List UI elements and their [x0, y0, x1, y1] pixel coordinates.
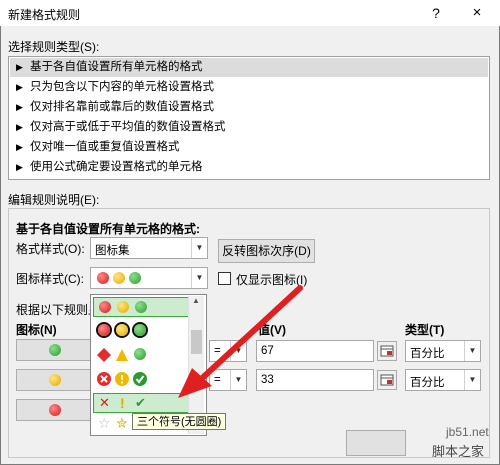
- reverse-icon-order-button[interactable]: 反转图标次序(D): [218, 239, 315, 263]
- yellow-circle-icon: [113, 272, 125, 284]
- rule-type-item-label: 只为包含以下内容的单元格设置格式: [30, 81, 214, 93]
- rule-type-item-label: 仅对高于或低于平均值的数值设置格式: [30, 121, 226, 133]
- check-circle-icon: [133, 372, 147, 386]
- exclamation-icon: !: [120, 395, 125, 411]
- icon-row-3-button[interactable]: [16, 399, 92, 421]
- rule-type-list[interactable]: ▶ 基于各自值设置所有单元格的格式 ▶ 只为包含以下内容的单元格设置格式 ▶ 仅对排名…: [8, 56, 490, 180]
- icon-set-tooltip: 三个符号(无圆圈): [132, 413, 227, 430]
- play-arrow-icon: ▶: [16, 82, 23, 92]
- icon-style-label: 图标样式(C):: [16, 272, 84, 286]
- rule-type-label: 选择规则类型(S):: [8, 40, 100, 54]
- rule-type-item-each-value[interactable]: ▶ 基于各自值设置所有单元格的格式: [10, 58, 488, 77]
- play-arrow-icon: ▶: [16, 162, 23, 172]
- type-select-1[interactable]: 百分比 ▼: [405, 340, 481, 362]
- play-arrow-icon: ▶: [16, 122, 23, 132]
- rule-display-label: 根据以下规则显: [16, 303, 101, 317]
- rule-type-item-label: 基于各自值设置所有单元格的格式: [30, 61, 203, 73]
- annotation-arrow: [178, 285, 303, 398]
- icon-column-header: 图标(N): [16, 323, 57, 337]
- rule-type-item-label: 仅对排名靠前或靠后的数值设置格式: [30, 101, 214, 113]
- format-style-value: 图标集: [95, 245, 130, 257]
- exclamation-circle-icon: [115, 372, 129, 386]
- format-style-select[interactable]: 图标集 ▼: [90, 237, 208, 259]
- chevron-down-icon: ▼: [191, 238, 207, 258]
- red-circle-icon: [99, 301, 111, 313]
- yellow-light-icon: [116, 324, 128, 336]
- rule-type-item-formula[interactable]: ▶ 使用公式确定要设置格式的单元格: [10, 158, 488, 177]
- rule-type-item-top-bottom[interactable]: ▶ 仅对排名靠前或靠后的数值设置格式: [10, 98, 488, 117]
- yellow-circle-icon: [49, 374, 61, 386]
- format-style-label: 格式样式(O):: [16, 242, 85, 256]
- chevron-down-icon: ▼: [464, 341, 480, 361]
- play-arrow-icon: ▶: [16, 62, 23, 72]
- rule-type-item-unique-duplicate[interactable]: ▶ 仅对唯一值或重复值设置格式: [10, 138, 488, 157]
- type-column-header: 类型(T): [405, 323, 445, 337]
- icon-row-1-button[interactable]: [16, 339, 92, 361]
- help-button[interactable]: ?: [426, 3, 446, 23]
- type-value: 百分比: [410, 377, 445, 389]
- chevron-down-icon: ▼: [464, 370, 480, 390]
- green-light-icon: [134, 324, 146, 336]
- red-light-icon: [98, 324, 110, 336]
- x-mark-icon: ✕: [99, 395, 110, 410]
- desc-heading: 基于各自值设置所有单元格的格式:: [16, 222, 200, 236]
- x-circle-icon: [97, 372, 111, 386]
- check-mark-icon: ✔: [135, 395, 146, 410]
- red-circle-icon: [97, 272, 109, 284]
- play-arrow-icon: ▶: [16, 142, 23, 152]
- range-picker-icon[interactable]: [377, 370, 397, 390]
- yellow-triangle-icon: [116, 349, 128, 361]
- rule-type-item-contains[interactable]: ▶ 只为包含以下内容的单元格设置格式: [10, 78, 488, 97]
- watermark-url: jb51.net: [446, 425, 489, 439]
- green-circle-icon: [134, 348, 146, 360]
- half-star-icon: ✮: [116, 415, 128, 431]
- rule-type-item-average[interactable]: ▶ 仅对高于或低于平均值的数值设置格式: [10, 118, 488, 137]
- green-circle-icon: [49, 344, 61, 356]
- green-circle-icon: [135, 301, 147, 313]
- type-value: 百分比: [410, 348, 445, 360]
- range-picker-icon[interactable]: [377, 341, 397, 361]
- rule-type-item-label: 使用公式确定要设置格式的单元格: [30, 161, 203, 173]
- red-diamond-icon: [97, 348, 111, 362]
- empty-star-icon: ☆: [98, 415, 111, 431]
- rule-type-item-label: 仅对唯一值或重复值设置格式: [30, 141, 180, 153]
- red-circle-icon: [49, 404, 61, 416]
- icon-row-2-button[interactable]: [16, 369, 92, 391]
- close-button[interactable]: ×: [466, 3, 488, 23]
- watermark-site-name: 脚本之家: [432, 444, 485, 459]
- play-arrow-icon: ▶: [16, 102, 23, 112]
- green-circle-icon: [129, 272, 141, 284]
- yellow-circle-icon: [117, 301, 129, 313]
- ok-button[interactable]: [346, 430, 406, 456]
- dialog-title: 新建格式规则: [8, 8, 81, 22]
- rule-desc-label: 编辑规则说明(E):: [8, 193, 100, 207]
- type-select-2[interactable]: 百分比 ▼: [405, 369, 481, 391]
